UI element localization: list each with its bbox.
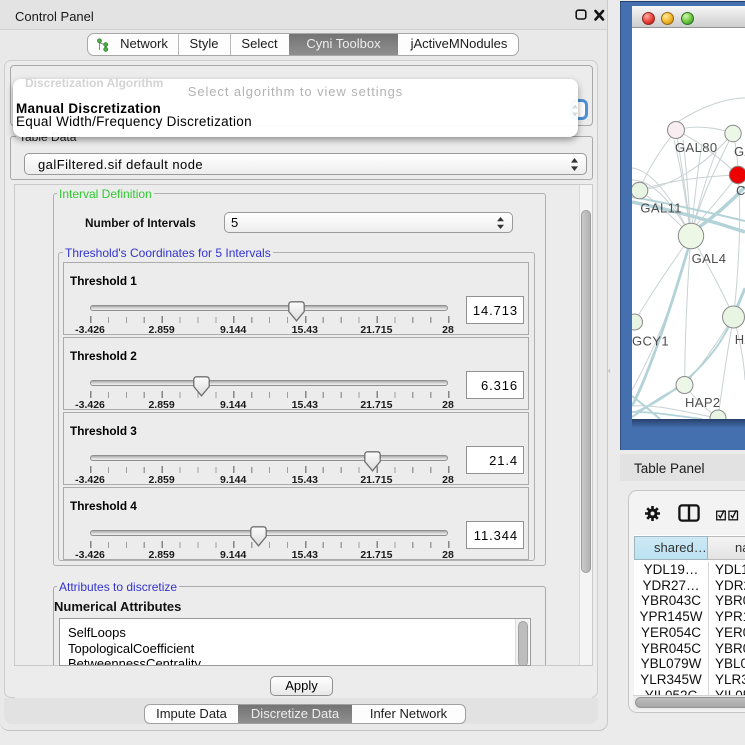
svg-text:GAL11: GAL11 bbox=[640, 201, 682, 216]
svg-text:HAP: HAP bbox=[735, 332, 745, 347]
svg-text:GAL3: GAL3 bbox=[734, 144, 745, 159]
svg-text:CY: CY bbox=[736, 183, 745, 198]
svg-text:GAL4: GAL4 bbox=[692, 251, 727, 266]
svg-text:GCY1: GCY1 bbox=[632, 334, 669, 349]
svg-text:HAP2: HAP2 bbox=[685, 395, 721, 410]
svg-text:GAL80: GAL80 bbox=[675, 140, 717, 155]
